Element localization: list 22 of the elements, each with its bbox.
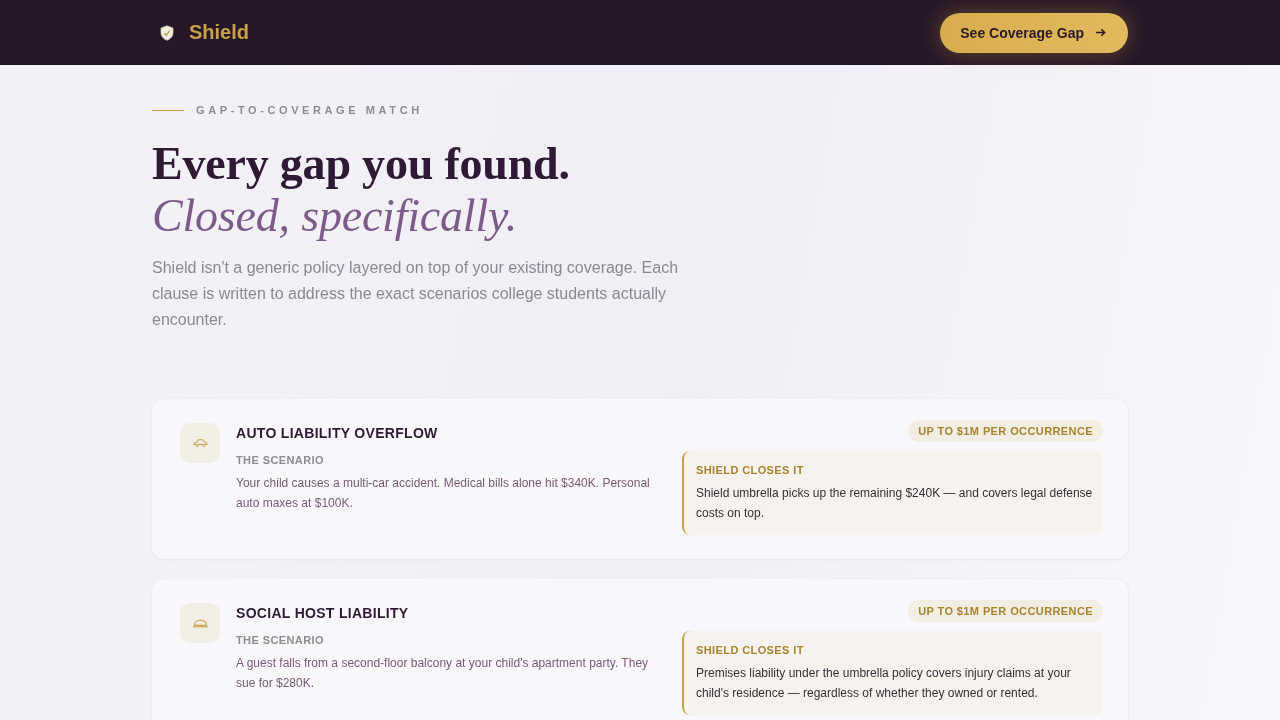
page-heading: Every gap you found.	[152, 138, 570, 190]
intro-paragraph: Shield isn't a generic policy layered on top of your existing coverage. Each clause is written to address the exact scenarios college students actually encounter.	[152, 258, 680, 330]
shield-icon	[160, 24, 174, 41]
scenario-text: A guest falls from a second-floor balcony at your child's apartment party. They sue for $280K.	[236, 655, 650, 692]
see-coverage-gap-button[interactable]: See Coverage Gap	[940, 12, 1128, 53]
solution-label: SHIELD CLOSES IT	[696, 463, 805, 477]
scenario-label: THE SCENARIO	[236, 453, 325, 467]
solution-label: SHIELD CLOSES IT	[696, 643, 805, 657]
gap-title: AUTO LIABILITY OVERFLOW	[236, 424, 439, 442]
heading-accent: Closed, specifically.	[152, 190, 517, 242]
section-eyebrow: GAP-TO-COVERAGE MATCH	[196, 104, 423, 116]
arrow-right-icon	[1096, 28, 1106, 37]
solution-text: Shield umbrella picks up the remaining $240K — and covers legal defense costs on top.	[696, 485, 1093, 522]
coverage-limit-badge: UP TO $1M PER OCCURRENCE	[908, 600, 1103, 622]
dome-icon	[180, 603, 220, 643]
solution-text: Premises liability under the umbrella policy covers injury claims at your child's residence — regardless of whether they owned or rented.	[696, 665, 1072, 702]
scenario-text: Your child causes a multi-car accident. Medical bills alone hit $340K. Personal auto maxes at $100K.	[236, 475, 651, 512]
brand-name: Shield	[189, 21, 249, 44]
scenario-label: THE SCENARIO	[236, 633, 325, 647]
car-icon	[180, 423, 220, 463]
coverage-limit-badge: UP TO $1M PER OCCURRENCE	[908, 420, 1103, 442]
gap-title: SOCIAL HOST LIABILITY	[236, 604, 410, 622]
